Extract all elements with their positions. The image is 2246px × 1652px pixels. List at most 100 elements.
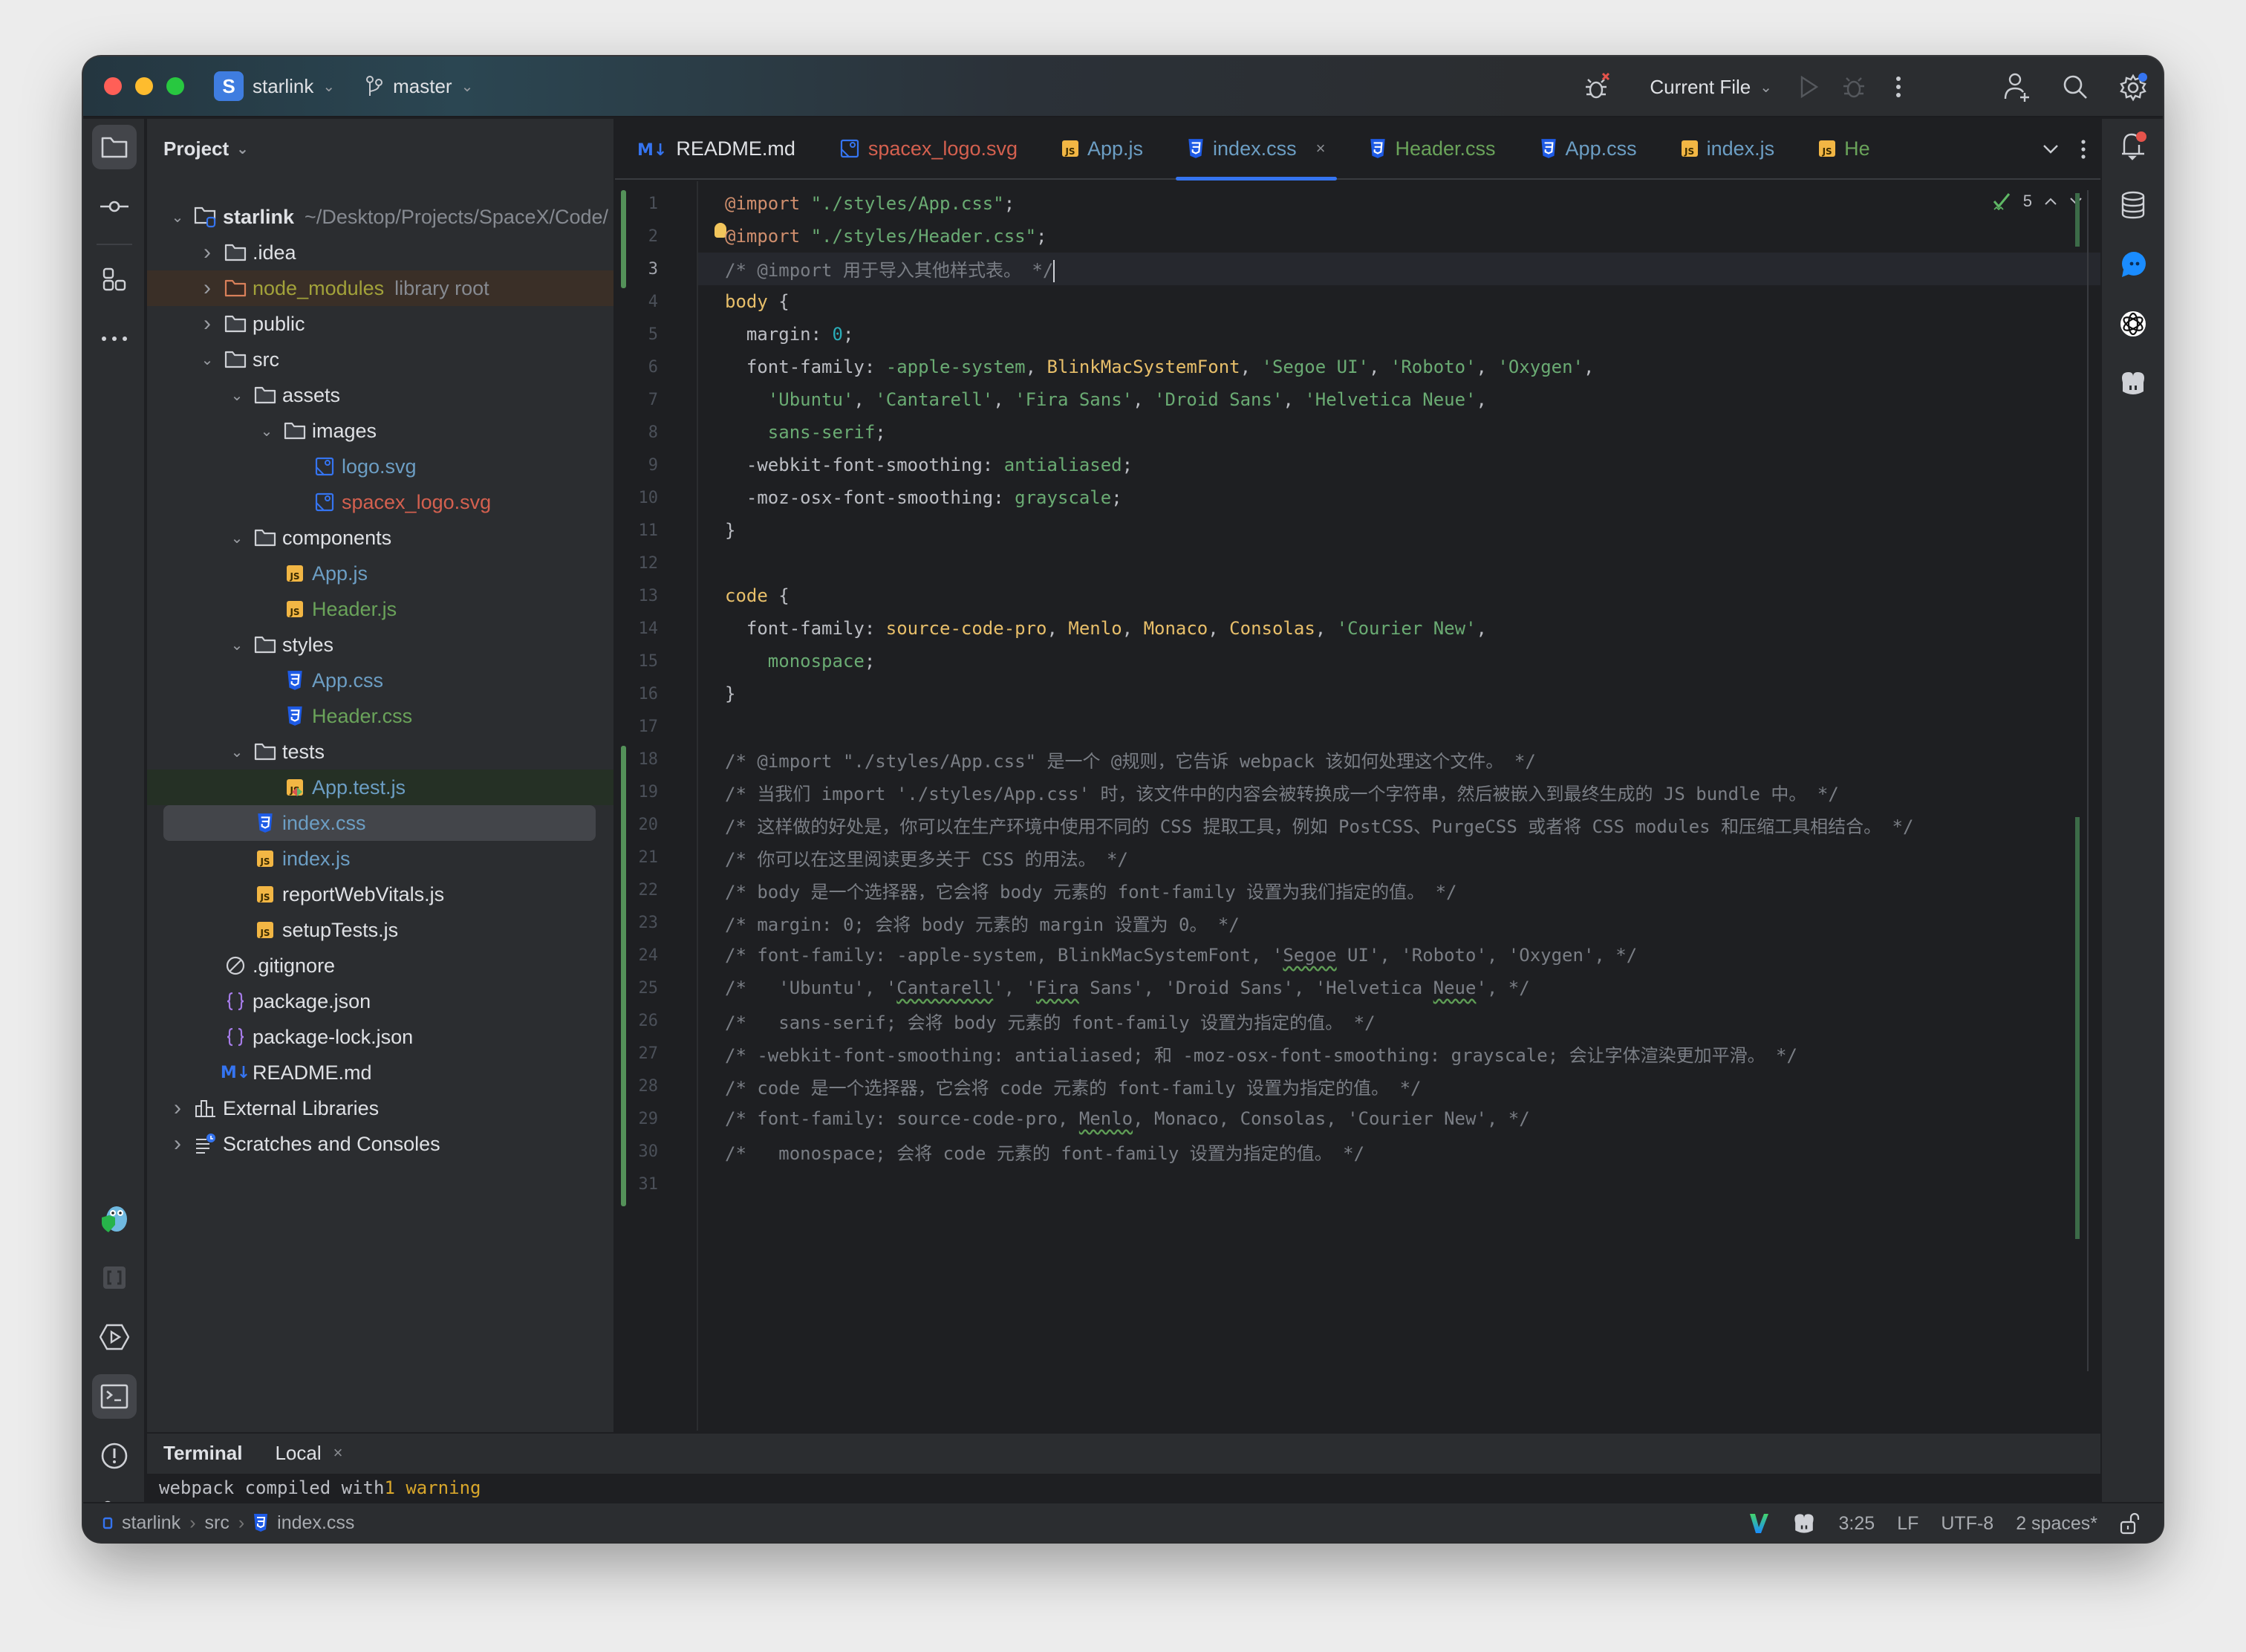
code-line[interactable]: font-family: -apple-system, BlinkMacSyst… — [698, 351, 2100, 383]
chat-plugin-button[interactable] — [2111, 242, 2155, 287]
search-everywhere-button[interactable] — [2053, 65, 2097, 109]
breadcrumb-project[interactable]: starlink — [122, 1512, 180, 1534]
editor-tab[interactable]: spacex_logo.svg — [818, 118, 1040, 179]
code-line[interactable]: sans-serif; — [698, 416, 2100, 449]
chevron-down-icon[interactable]: ⌄ — [258, 422, 275, 440]
editor-tab[interactable]: JS He — [1797, 118, 1892, 179]
code-line[interactable] — [698, 1168, 2100, 1200]
project-tool-button[interactable] — [92, 125, 137, 169]
editor-tab[interactable]: M↓ README.md — [615, 118, 818, 179]
editor-tab[interactable]: JS App.js — [1040, 118, 1165, 179]
tree-item[interactable]: › public — [147, 306, 613, 342]
code-line[interactable]: /* font-family: -apple-system, BlinkMacS… — [698, 939, 2100, 972]
code-line[interactable]: } — [698, 677, 2100, 710]
tree-item[interactable]: index.css — [163, 805, 596, 841]
structure-tool-button[interactable] — [92, 257, 137, 302]
commit-tool-button[interactable] — [92, 184, 137, 229]
code-line[interactable]: /* 'Ubuntu', 'Cantarell', 'Fira Sans', '… — [698, 972, 2100, 1004]
file-encoding[interactable]: UTF-8 — [1941, 1513, 1993, 1535]
chevron-right-icon[interactable]: › — [199, 240, 215, 265]
more-tools-button[interactable] — [92, 316, 137, 361]
tabs-more-button[interactable] — [2081, 139, 2086, 160]
tree-item[interactable]: spacex_logo.svg — [147, 484, 613, 520]
tree-item[interactable]: ⌄ tests — [147, 734, 613, 770]
tree-item[interactable]: JS index.js — [147, 841, 613, 877]
code-line[interactable]: /* monospace; 会将 code 元素的 font-family 设置… — [698, 1135, 2100, 1168]
code-line[interactable]: /* 这样做的好处是，你可以在生产环境中使用不同的 CSS 提取工具，例如 Po… — [698, 808, 2100, 841]
chevron-right-icon[interactable]: › — [169, 1096, 186, 1121]
tree-item[interactable]: JS Header.js — [147, 591, 613, 627]
tree-item[interactable]: M↓ README.md — [147, 1055, 613, 1090]
code-line[interactable]: @import "./styles/Header.css"; — [698, 220, 2100, 253]
indent-setting[interactable]: 2 spaces* — [2016, 1513, 2097, 1535]
tree-item[interactable]: ⌄ styles — [147, 627, 613, 663]
ai-assistant-button[interactable] — [2111, 302, 2155, 346]
code-line[interactable]: @import "./styles/App.css"; — [698, 187, 2100, 220]
tree-item[interactable]: package.json — [147, 983, 613, 1019]
chevron-down-icon[interactable]: ⌄ — [229, 743, 245, 761]
terminal-output[interactable]: webpack compiled with 1 warning — [147, 1474, 2100, 1502]
minimize-window-button[interactable] — [135, 77, 153, 95]
editor-tab[interactable]: index.css × — [1165, 118, 1347, 181]
code-line[interactable]: /* font-family: source-code-pro, Menlo, … — [698, 1102, 2100, 1135]
close-terminal-tab-button[interactable]: × — [333, 1443, 343, 1463]
terminal-tool-button[interactable] — [92, 1374, 137, 1419]
breadcrumb-src[interactable]: src — [205, 1512, 230, 1534]
tree-item[interactable]: logo.svg — [147, 449, 613, 484]
json-tool-button[interactable] — [92, 1255, 137, 1300]
close-window-button[interactable] — [104, 77, 122, 95]
chevron-down-icon[interactable]: ⌄ — [229, 386, 245, 405]
tree-item[interactable]: › External Libraries — [147, 1090, 613, 1126]
tree-item[interactable]: ⌄ assets — [147, 377, 613, 413]
code-line[interactable]: -moz-osx-font-smoothing: grayscale; — [698, 481, 2100, 514]
copilot-status-icon[interactable] — [1791, 1512, 1817, 1535]
code-line[interactable]: /* -webkit-font-smoothing: antialiased; … — [698, 1037, 2100, 1070]
go-plugin-button[interactable] — [92, 1196, 137, 1240]
terminal-tab-local[interactable]: Local × — [275, 1442, 342, 1465]
tree-item[interactable]: App.css — [147, 663, 613, 698]
editor-tab[interactable]: App.css — [1518, 118, 1659, 179]
chevron-down-icon[interactable]: ⌄ — [199, 351, 215, 369]
breadcrumb-file[interactable]: index.css — [277, 1512, 354, 1534]
code-line[interactable]: code { — [698, 579, 2100, 612]
services-tool-button[interactable] — [92, 1315, 137, 1359]
tree-item[interactable]: JSApp.test.js — [147, 770, 613, 805]
tree-item[interactable]: › node_modules library root — [147, 270, 613, 306]
run-config-selector[interactable]: Current File ⌄ — [1650, 76, 1772, 99]
inspection-widget[interactable]: 5 — [1992, 192, 2083, 211]
chevron-right-icon[interactable]: › — [169, 1131, 186, 1157]
code-line[interactable]: body { — [698, 285, 2100, 318]
chevron-right-icon[interactable]: › — [199, 311, 215, 336]
debug-button[interactable] — [1832, 65, 1876, 109]
lock-open-icon[interactable] — [2120, 1512, 2141, 1535]
tree-item[interactable]: JS reportWebVitals.js — [147, 877, 613, 912]
notifications-button[interactable] — [2111, 123, 2155, 168]
tree-item[interactable]: JS App.js — [147, 556, 613, 591]
code-line[interactable]: monospace; — [698, 645, 2100, 677]
code-line[interactable]: /* sans-serif; 会将 body 元素的 font-family 设… — [698, 1004, 2100, 1037]
tree-item[interactable]: › .idea — [147, 235, 613, 270]
caret-position[interactable]: 3:25 — [1839, 1513, 1875, 1535]
editor-tab[interactable]: JS index.js — [1659, 118, 1797, 179]
code-area[interactable]: @import "./styles/App.css"; @import "./st… — [698, 181, 2100, 1431]
chevron-right-icon[interactable]: › — [199, 276, 215, 301]
code-line[interactable]: /* code 是一个选择器，它会将 code 元素的 font-family … — [698, 1070, 2100, 1102]
code-line[interactable]: /* @import 用于导入其他样式表。 */ — [698, 253, 2100, 285]
run-button[interactable] — [1787, 65, 1832, 109]
code-line[interactable]: /* 你可以在这里阅读更多关于 CSS 的用法。 */ — [698, 841, 2100, 874]
code-line[interactable]: font-family: source-code-pro, Menlo, Mon… — [698, 612, 2100, 645]
code-line[interactable]: /* @import "./styles/App.css" 是一个 @规则，它告… — [698, 743, 2100, 775]
settings-button[interactable] — [2111, 65, 2155, 109]
maximize-window-button[interactable] — [166, 77, 184, 95]
code-line[interactable]: margin: 0; — [698, 318, 2100, 351]
vue-plugin-icon[interactable] — [1748, 1512, 1769, 1535]
chevron-down-icon[interactable]: ⌄ — [169, 208, 186, 227]
tree-item[interactable]: JS setupTests.js — [147, 912, 613, 948]
code-line[interactable]: } — [698, 514, 2100, 547]
more-actions-button[interactable] — [1876, 65, 1921, 109]
chevron-down-icon[interactable]: ⌄ — [229, 529, 245, 547]
debug-error-button[interactable] — [1575, 65, 1620, 109]
project-panel-header[interactable]: Project ⌄ — [147, 119, 613, 178]
tree-item[interactable]: Header.css — [147, 698, 613, 734]
line-separator[interactable]: LF — [1897, 1513, 1918, 1535]
